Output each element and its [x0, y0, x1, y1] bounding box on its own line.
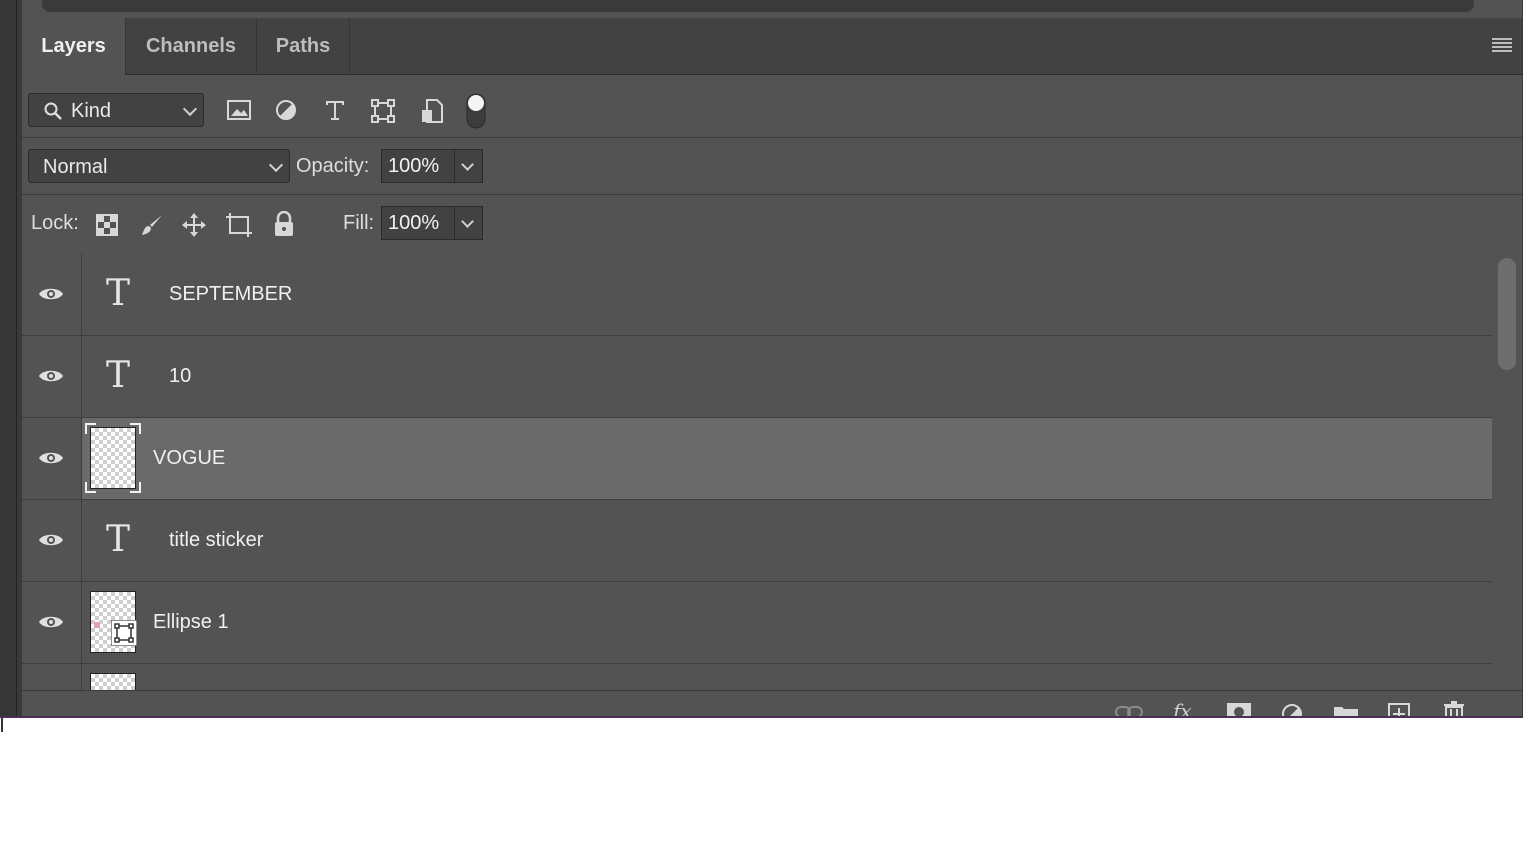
top-scroll-track[interactable] [42, 0, 1474, 12]
fill-label: Fill: [343, 212, 375, 234]
text-cursor [1, 718, 3, 732]
visibility-cell[interactable] [22, 254, 82, 335]
kind-filter-dropdown[interactable]: Kind [28, 93, 204, 127]
layers-scrollbar-thumb[interactable] [1498, 258, 1516, 370]
kind-filter-label: Kind [71, 100, 112, 122]
adjustment-filter-icon[interactable] [275, 99, 297, 121]
chevron-down-icon [182, 101, 198, 117]
shape-layer-badge-icon [111, 620, 137, 646]
layers-panel: Layers Channels Paths Kind Normal Opacit… [22, 18, 1522, 718]
window-bottom-edge [0, 716, 1523, 718]
lock-position-icon[interactable] [181, 212, 207, 238]
type-layer-icon: T [106, 355, 131, 396]
chevron-down-icon [268, 157, 284, 173]
layer-name[interactable]: 10 [169, 336, 191, 417]
layers-list: T SEPTEMBER T 10 VOGUE T title sticker E… [22, 254, 1492, 690]
smart-object-filter-icon[interactable] [421, 99, 443, 123]
lock-row: Lock: Fill: 100% [22, 195, 1522, 255]
search-icon [43, 101, 63, 121]
layer-name[interactable]: Ellipse 1 [153, 582, 229, 663]
eye-icon[interactable] [38, 368, 64, 384]
layer-name[interactable]: SEPTEMBER [169, 254, 292, 335]
photoshop-window: Layers Channels Paths Kind Normal Opacit… [0, 0, 1523, 718]
opacity-chevron-down-icon[interactable] [455, 149, 483, 183]
left-gutter [0, 0, 17, 718]
layer-name[interactable]: VOGUE [153, 418, 225, 499]
lock-transparent-pixels-icon[interactable] [96, 214, 118, 236]
opacity-input[interactable]: 100% [381, 149, 455, 183]
ellipse-swatch [94, 622, 100, 628]
visibility-cell[interactable] [22, 664, 82, 690]
shape-filter-icon[interactable] [371, 99, 395, 123]
lock-all-icon[interactable] [273, 211, 295, 237]
layer-row[interactable]: T SEPTEMBER [22, 254, 1492, 336]
visibility-cell[interactable] [22, 582, 82, 663]
type-layer-icon: T [106, 273, 131, 314]
blend-row: Normal Opacity: 100% [22, 138, 1522, 195]
fill-chevron-down-icon[interactable] [455, 206, 483, 240]
visibility-cell[interactable] [22, 418, 82, 499]
type-filter-icon[interactable] [324, 99, 346, 121]
layer-row[interactable]: T title sticker [22, 500, 1492, 582]
layer-name[interactable]: title sticker [169, 500, 263, 581]
lock-artboard-icon[interactable] [225, 212, 253, 238]
layer-thumbnail[interactable] [90, 673, 136, 690]
tab-channels[interactable]: Channels [126, 18, 257, 74]
eye-icon[interactable] [38, 532, 64, 548]
filter-toggle-icon[interactable] [466, 93, 486, 129]
selection-brackets-icon [84, 422, 142, 494]
blend-mode-value: Normal [43, 156, 108, 178]
image-filter-icon[interactable] [227, 100, 251, 120]
blend-mode-dropdown[interactable]: Normal [28, 149, 290, 183]
panel-menu-icon[interactable] [1492, 38, 1512, 52]
panel-tab-bar: Layers Channels Paths [22, 18, 1522, 75]
top-strip [22, 0, 1522, 18]
layer-row-partial[interactable] [22, 664, 1492, 690]
eye-icon[interactable] [38, 614, 64, 630]
lock-label: Lock: [31, 212, 79, 234]
panel-footer: fx [22, 690, 1522, 718]
type-layer-icon: T [106, 519, 131, 560]
filter-row: Kind [22, 75, 1522, 138]
tab-layers[interactable]: Layers [22, 18, 126, 75]
layer-row-selected[interactable]: VOGUE [22, 418, 1492, 500]
lock-image-pixels-icon[interactable] [140, 213, 164, 237]
layer-row[interactable]: T 10 [22, 336, 1492, 418]
layer-row[interactable]: Ellipse 1 [22, 582, 1492, 664]
fill-input[interactable]: 100% [381, 206, 455, 240]
tab-paths[interactable]: Paths [257, 18, 350, 74]
eye-icon[interactable] [38, 286, 64, 302]
visibility-cell[interactable] [22, 336, 82, 417]
visibility-cell[interactable] [22, 500, 82, 581]
opacity-label: Opacity: [296, 155, 370, 177]
eye-icon[interactable] [38, 450, 64, 466]
